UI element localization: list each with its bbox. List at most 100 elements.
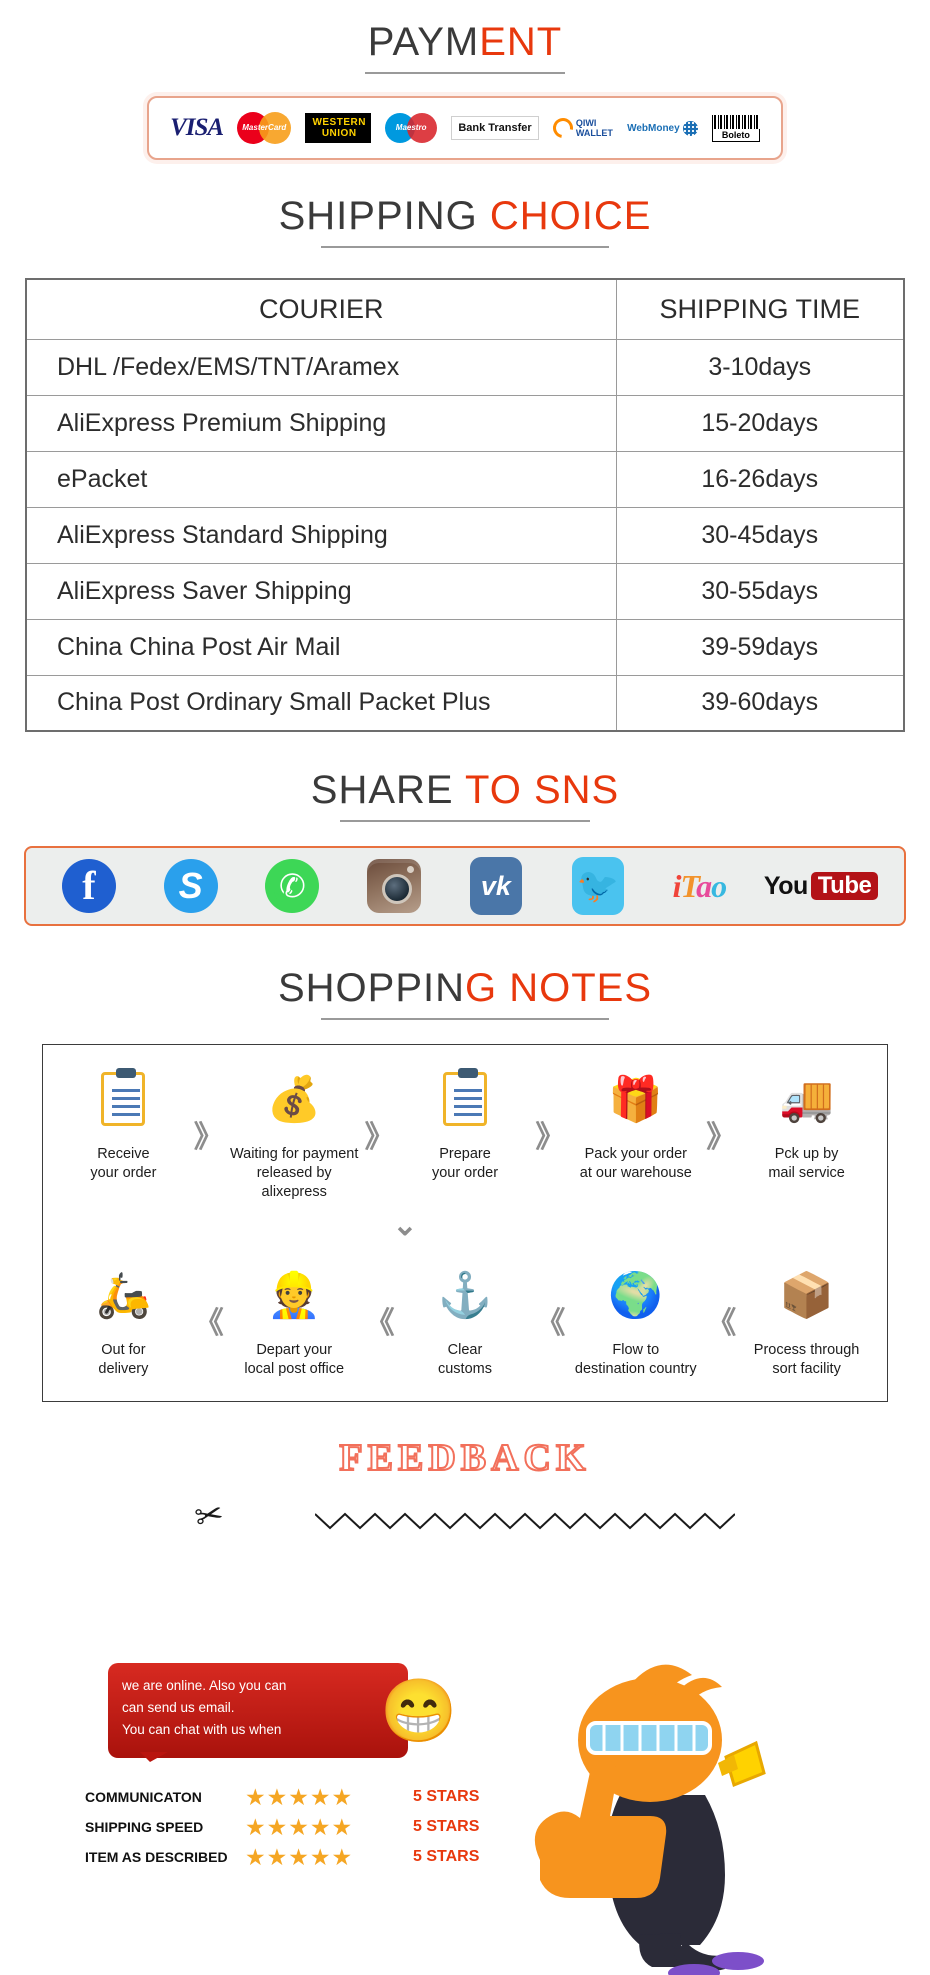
heading-underline (321, 246, 609, 248)
rating-value: 5 STARS (413, 1848, 480, 1865)
chevron-down-icon: ⌄ (392, 1209, 418, 1242)
rating-row: SHIPPING SPEED ★★★★★ 5 STARS (85, 1812, 545, 1842)
social-icons-box: f S ✆ vk 🐦 iTao You Tube (24, 846, 906, 926)
table-row: China China Post Air Mail 39-59days (25, 618, 905, 676)
shipping-title-dark: SHIPPING (278, 194, 478, 238)
note-label-line1: Pck up by (774, 1146, 839, 1162)
sns-title-dark: SHARE (310, 768, 454, 812)
bubble-line-3: You can chat with us when (122, 1722, 282, 1737)
table-row: AliExpress Standard Shipping 30-45days (25, 506, 905, 564)
boleto-logo: Boleto (711, 108, 760, 148)
webmoney-dot-icon (682, 120, 698, 136)
table-row: DHL /Fedex/EMS/TNT/Aramex 3-10days (25, 338, 905, 396)
anchor-icon: ⚓ (437, 1271, 493, 1320)
table-row: China Post Ordinary Small Packet Plus 39-… (25, 674, 905, 732)
instagram-icon[interactable] (366, 858, 422, 914)
table-header-row: COURIER SHIPPING TIME (25, 278, 905, 340)
twitter-icon[interactable]: 🐦 (570, 857, 626, 915)
note-label-line2: at our warehouse (579, 1165, 692, 1181)
courier-name: AliExpress Premium Shipping (25, 394, 617, 452)
note-step: 💰 Waiting for payment released by alixepr… (224, 1063, 365, 1202)
shipping-title-red: CHOICE (477, 194, 652, 238)
note-step: 👷 Depart your local post office (224, 1259, 365, 1379)
rating-label: SHIPPING SPEED (85, 1819, 204, 1835)
money-bag-icon: 💰 (266, 1075, 322, 1124)
scooter-icon: 🛵 (96, 1271, 151, 1320)
note-step: Prepare your order (395, 1063, 536, 1183)
note-label-line1: Process through (753, 1342, 860, 1358)
courier-name: China Post Ordinary Small Packet Plus (25, 674, 617, 732)
feedback-title: FEEDBACK (338, 1436, 591, 1480)
feedback-section-heading: FEEDBACK (0, 1436, 930, 1480)
note-label-line2: sort facility (772, 1361, 841, 1377)
mastercard-logo: MasterCard (237, 108, 292, 148)
payment-title: PAYMENT (368, 20, 562, 64)
sns-title-red: TO SNS (453, 768, 620, 812)
table-row: AliExpress Saver Shipping 30-55days (25, 562, 905, 620)
sns-section-heading: SHARE TO SNS (0, 768, 930, 822)
webmoney-logo: WebMoney (627, 108, 698, 148)
header-courier: COURIER (25, 278, 617, 340)
note-label-line2: released by alixepress (256, 1165, 332, 1200)
star-rating-icon: ★★★★★ (245, 1813, 354, 1840)
table-row: AliExpress Premium Shipping 15-20days (25, 394, 905, 452)
visa-logo: VISA (170, 114, 224, 141)
itao-icon[interactable]: iTao (671, 858, 728, 914)
gift-box-icon: 🎁 (608, 1075, 664, 1124)
rating-label: COMMUNICATON (85, 1789, 202, 1805)
chevron-left-icon: 《 (364, 1307, 395, 1340)
rating-row: ITEM AS DESCRIBED ★★★★★ 5 STARS (85, 1842, 545, 1872)
note-label-line1: Flow to (612, 1342, 660, 1358)
whatsapp-icon[interactable]: ✆ (264, 858, 320, 914)
heading-underline (321, 1018, 609, 1020)
heading-underline (340, 820, 590, 822)
shipping-time: 3-10days (615, 338, 905, 396)
shipping-section-heading: SHIPPING CHOICE (0, 194, 930, 248)
courier-name: ePacket (25, 450, 617, 508)
courier-name: AliExpress Standard Shipping (25, 506, 617, 564)
rating-label: ITEM AS DESCRIBED (85, 1849, 228, 1865)
cut-line: ✂ (0, 1484, 930, 1540)
payment-title-red: ENT (479, 20, 563, 64)
shipping-time: 15-20days (615, 394, 905, 452)
clipboard-icon (395, 1063, 536, 1135)
notes-section-heading: SHOPPING NOTES (0, 966, 930, 1020)
truck-icon: 🚚 (779, 1075, 834, 1124)
table-row: ePacket 16-26days (25, 450, 905, 508)
note-label-line2: your order (90, 1165, 157, 1181)
vk-icon[interactable]: vk (468, 857, 524, 915)
facebook-icon[interactable]: f (61, 858, 117, 914)
notes-title-dark: SHOPPIN (277, 966, 465, 1010)
chevron-right-icon: 》 (706, 1120, 737, 1154)
ratings-list: COMMUNICATON ★★★★★ 5 STARS SHIPPING SPEE… (85, 1782, 545, 1872)
shipping-time: 30-45days (615, 506, 905, 564)
maestro-logo: Maestro (385, 108, 438, 148)
chevron-left-icon: 《 (193, 1307, 224, 1340)
payment-section-heading: PAYMENT (0, 20, 930, 74)
youtube-icon[interactable]: You Tube (764, 858, 879, 914)
qiwi-ring-icon (548, 114, 577, 142)
skype-icon[interactable]: S (163, 858, 219, 914)
heading-underline (365, 72, 565, 74)
shipping-table: COURIER SHIPPING TIME DHL /Fedex/EMS/TNT… (25, 278, 905, 732)
chevron-right-icon: 》 (193, 1120, 224, 1154)
shopping-notes-box: Receive your order 》 💰 Waiting for paymen… (42, 1044, 888, 1402)
sns-title: SHARE TO SNS (311, 768, 619, 812)
rating-value: 5 STARS (413, 1818, 480, 1835)
rating-value: 5 STARS (413, 1788, 480, 1805)
note-label-line1: Waiting for payment (229, 1146, 359, 1162)
note-label-line1: Prepare (439, 1146, 491, 1162)
note-label-line1: Receive (97, 1146, 150, 1162)
note-label-line1: Pack your order (584, 1146, 687, 1162)
star-rating-icon: ★★★★★ (245, 1843, 354, 1870)
courier-name: AliExpress Saver Shipping (25, 562, 617, 620)
chevron-right-icon: 》 (364, 1120, 395, 1154)
note-step: Receive your order (53, 1063, 194, 1183)
note-label-line2: destination country (574, 1361, 697, 1377)
notes-row-1: Receive your order 》 💰 Waiting for paymen… (53, 1063, 877, 1202)
note-label-line2: customs (437, 1361, 492, 1377)
rating-row: COMMUNICATON ★★★★★ 5 STARS (85, 1782, 545, 1812)
note-step: 🚚 Pck up by mail service (736, 1063, 877, 1183)
chat-bubble: we are online. Also you can can send us … (108, 1663, 408, 1762)
note-label-line1: Out for (101, 1342, 146, 1358)
